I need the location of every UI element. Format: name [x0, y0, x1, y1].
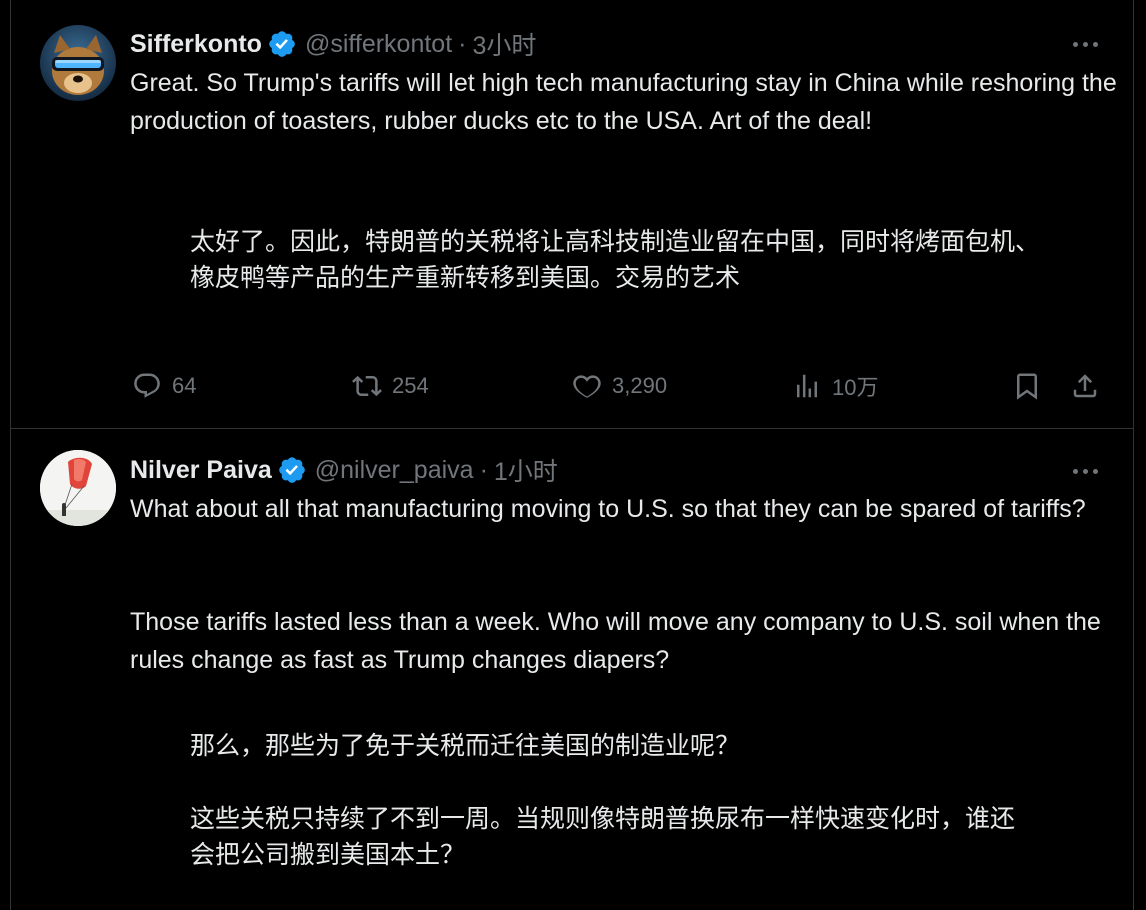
author-name[interactable]: Sifferkonto — [130, 30, 262, 59]
bookmark-button[interactable] — [1012, 366, 1042, 406]
reply-button[interactable]: 64 — [132, 366, 196, 406]
views-button[interactable]: 10万 — [792, 366, 878, 406]
heart-icon — [573, 375, 601, 398]
share-icon — [1073, 374, 1097, 398]
post-time[interactable]: 1小时 — [494, 452, 558, 488]
author-handle[interactable]: @nilver_paiva — [315, 456, 474, 485]
post-text-chinese-p1: 那么，那些为了免于关税而迁往美国的制造业呢？ — [190, 732, 741, 760]
reply-icon — [134, 373, 160, 398]
avatar[interactable] — [40, 25, 116, 101]
paraglider-avatar-icon — [40, 450, 116, 526]
post-text-english-p2: Those tariffs lasted less than a week. W… — [130, 608, 1101, 674]
separator-dot: · — [458, 29, 467, 58]
post-actions: 64 254 3,290 10万 — [0, 366, 1146, 406]
avatar[interactable] — [40, 450, 116, 526]
verified-badge-icon — [278, 457, 305, 483]
repost-icon — [352, 375, 382, 397]
post-time[interactable]: 3小时 — [473, 26, 537, 62]
like-count: 3,290 — [612, 373, 668, 398]
separator-dot: · — [479, 455, 488, 484]
post-sifferkonto[interactable]: Sifferkonto @sifferkontot · 3小时 Great. S… — [0, 0, 1146, 428]
author-name[interactable]: Nilver Paiva — [130, 456, 272, 485]
dog-with-vr-headset-avatar-icon — [40, 25, 116, 101]
like-button[interactable]: 3,290 — [572, 366, 667, 406]
reply-count: 64 — [172, 373, 197, 398]
more-options-icon[interactable] — [1069, 32, 1101, 56]
post-text-chinese-p2: 这些关税只持续了不到一周。当规则像特朗普换尿布一样快速变化时，谁还会把公司搬到美… — [190, 805, 1016, 869]
views-count: 10万 — [832, 375, 879, 400]
views-chart-icon — [797, 374, 817, 398]
author-handle[interactable]: @sifferkontot — [305, 30, 452, 59]
post-text-chinese: 太好了。因此，特朗普的关税将让高科技制造业留在中国，同时将烤面包机、橡皮鸭等产品… — [190, 228, 1041, 292]
repost-button[interactable]: 254 — [352, 366, 429, 406]
bookmark-icon — [1017, 373, 1037, 400]
post-text-english: Great. So Trump's tariffs will let high … — [130, 69, 1117, 135]
post-nilver-paiva[interactable]: Nilver Paiva @nilver_paiva · 1小时 What ab… — [0, 429, 1146, 910]
more-options-icon[interactable] — [1069, 459, 1101, 483]
verified-badge-icon — [269, 31, 295, 57]
repost-count: 254 — [392, 373, 429, 398]
post-text-english-p1: What about all that manufacturing moving… — [130, 495, 1086, 523]
share-button[interactable] — [1070, 366, 1100, 406]
